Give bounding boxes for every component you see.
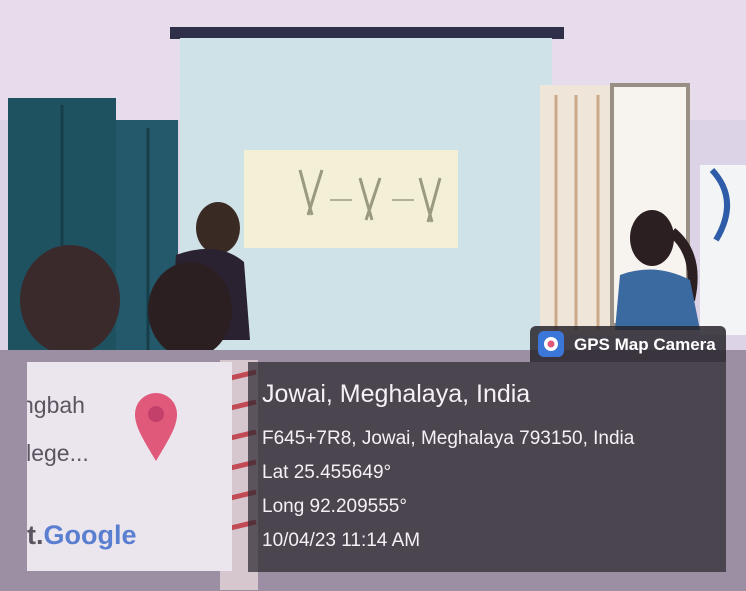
map-label-line1: ngbah [27, 392, 85, 418]
gps-map-camera-badge: GPS Map Camera [530, 326, 726, 362]
student-head-2 [20, 245, 120, 355]
place-name: Jowai, Meghalaya, India [262, 380, 531, 408]
location-info-panel: Jowai, Meghalaya, India F645+7R8, Jowai,… [248, 362, 726, 572]
presenter-head [196, 202, 240, 254]
presenter-right-head [630, 210, 674, 266]
screen-bar [170, 27, 564, 39]
longitude: Long 92.209555° [262, 496, 407, 517]
curtain [540, 85, 618, 335]
badge-label: GPS Map Camera [574, 335, 716, 354]
latitude: Lat 25.455649° [262, 462, 392, 483]
location-pin-icon [135, 393, 177, 461]
google-prefix: t. [27, 520, 44, 550]
map-thumbnail: ngbah llege... t.Google [27, 362, 232, 571]
map-label-line2: llege... [27, 440, 89, 466]
google-logo: t.Google [27, 520, 137, 551]
timestamp: 10/04/23 11:14 AM [262, 530, 421, 551]
student-head [148, 262, 232, 358]
gps-camera-icon [538, 331, 564, 357]
google-wordmark: Google [43, 520, 137, 550]
address: F645+7R8, Jowai, Meghalaya 793150, India [262, 428, 635, 449]
